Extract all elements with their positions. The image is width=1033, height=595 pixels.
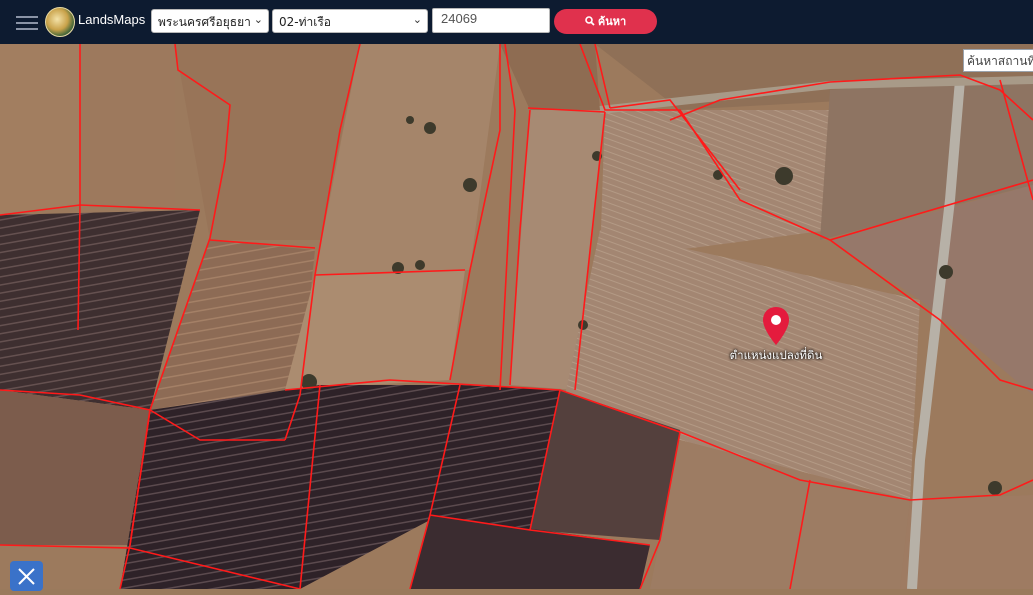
district-select-value: 02-ท่าเรือ — [279, 15, 332, 29]
field-area — [0, 390, 150, 545]
place-search-input[interactable]: ค้นหาสถานที่ — [963, 49, 1033, 72]
field-area — [285, 270, 465, 390]
parcel-number-input[interactable]: 24069 — [432, 8, 550, 33]
satellite-map[interactable] — [0, 44, 1033, 589]
chevron-down-icon: ⌄ — [412, 13, 422, 26]
magnifier-icon — [585, 16, 595, 26]
province-select-value: พระนครศรีอยุธยา — [158, 15, 251, 29]
chevron-down-icon: ⌄ — [253, 13, 263, 26]
measure-tool-button[interactable] — [10, 561, 43, 591]
map-pin-icon[interactable] — [762, 306, 790, 346]
field-area — [0, 44, 80, 215]
search-button[interactable]: ค้นหา — [554, 9, 657, 34]
field-area — [120, 385, 320, 589]
field-area — [80, 44, 175, 215]
marker-label: ตำแหน่งแปลงที่ดิน — [729, 348, 823, 362]
search-button-label: ค้นหา — [597, 15, 627, 28]
lands-department-seal-icon — [45, 7, 75, 37]
measure-tool-icon — [18, 568, 35, 585]
top-navbar: LandsMaps พระนครศรีอยุธยา ⌄ 02-ท่าเรือ ⌄… — [0, 0, 1033, 44]
district-select[interactable]: 02-ท่าเรือ ⌄ — [272, 9, 428, 33]
brand-title: LandsMaps — [78, 12, 146, 27]
province-select[interactable]: พระนครศรีอยุธยา ⌄ — [151, 9, 269, 33]
hamburger-menu-icon[interactable] — [16, 12, 38, 32]
